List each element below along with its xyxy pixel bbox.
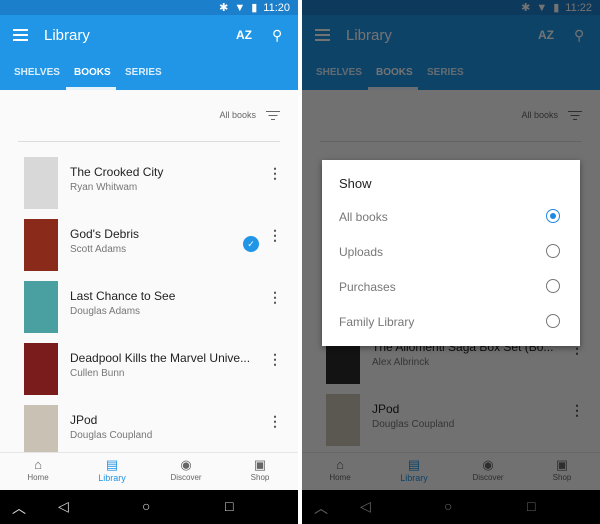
book-list-item[interactable]: The Crooked City Ryan Whitwam ⋮: [0, 155, 298, 211]
battery-icon: ▮: [251, 2, 258, 14]
nav-label: Shop: [250, 473, 270, 482]
nav-shop[interactable]: ▣Shop: [230, 457, 290, 482]
nav-label: Home: [27, 473, 49, 482]
book-list-item[interactable]: Deadpool Kills the Marvel Unive... Cullen…: [0, 341, 298, 397]
wifi-icon: ▼: [234, 1, 246, 14]
filter-icon: [266, 110, 280, 120]
bottom-navigation: ⌂Home ▤Library ◉Discover ▣Shop: [0, 452, 298, 490]
radio-purchases[interactable]: [546, 279, 560, 293]
library-icon: ▤: [105, 457, 119, 472]
book-title: Deadpool Kills the Marvel Unive...: [70, 351, 251, 365]
downloaded-check-icon: ✓: [243, 236, 259, 252]
nav-discover[interactable]: ◉Discover: [156, 457, 216, 482]
more-vert-icon[interactable]: ⋮: [268, 227, 282, 244]
book-cover: [24, 343, 58, 395]
book-cover: [24, 157, 58, 209]
more-vert-icon[interactable]: ⋮: [268, 165, 282, 182]
home-icon: ⌂: [34, 457, 42, 472]
radio-uploads[interactable]: [546, 244, 560, 258]
filter-label: All books: [219, 110, 256, 120]
book-title: JPod: [70, 413, 98, 427]
option-label[interactable]: All books: [339, 210, 388, 224]
divider: [18, 141, 280, 142]
filter-button[interactable]: All books: [219, 110, 280, 120]
status-bar: ✱ ▼ ▮ 11:20: [0, 0, 298, 15]
tab-series[interactable]: SERIES: [125, 67, 162, 78]
book-title: Last Chance to See: [70, 289, 176, 303]
compass-icon: ◉: [180, 457, 192, 472]
nav-home[interactable]: ⌂Home: [8, 457, 68, 482]
status-time: 11:20: [263, 1, 290, 14]
app-bar: Library AZ ⚲ SHELVES BOOKS SERIES: [0, 15, 298, 90]
active-tab-indicator: [66, 87, 116, 90]
page-title: Library: [44, 27, 90, 44]
radio-all-books[interactable]: [546, 209, 560, 223]
radio-family-library[interactable]: [546, 314, 560, 328]
chevron-up-icon[interactable]: ︿: [12, 498, 26, 518]
book-author: Cullen Bunn: [70, 368, 125, 379]
book-list-item[interactable]: God's Debris Scott Adams ✓ ⋮: [0, 217, 298, 273]
library-screen-books: ✱ ▼ ▮ 11:20 Library AZ ⚲ SHELVES BOOKS SERIES All …: [0, 0, 298, 524]
nav-library[interactable]: ▤Library: [82, 457, 142, 483]
show-filter-dialog: Show All books Uploads Purchases Family Libr…: [322, 160, 580, 346]
nav-label: Library: [98, 473, 126, 483]
book-author: Ryan Whitwam: [70, 182, 138, 193]
book-author: Douglas Coupland: [70, 430, 153, 441]
option-label[interactable]: Purchases: [339, 280, 396, 294]
dialog-title: Show: [339, 176, 372, 191]
bluetooth-icon: ✱: [219, 2, 229, 14]
back-icon[interactable]: ◁: [58, 498, 69, 515]
book-cover: [24, 405, 58, 457]
book-title: God's Debris: [70, 227, 139, 241]
more-vert-icon[interactable]: ⋮: [268, 351, 282, 368]
book-cover: [24, 281, 58, 333]
option-label[interactable]: Uploads: [339, 245, 383, 259]
book-author: Douglas Adams: [70, 306, 141, 317]
option-label[interactable]: Family Library: [339, 315, 414, 329]
book-list-item[interactable]: Last Chance to See Douglas Adams ⋮: [0, 279, 298, 335]
system-navigation-bar: ︿ ◁ ○ □: [0, 490, 298, 524]
tab-shelves[interactable]: SHELVES: [14, 67, 60, 78]
book-title: The Crooked City: [70, 165, 164, 179]
search-icon[interactable]: ⚲: [272, 27, 282, 44]
nav-label: Discover: [170, 473, 202, 482]
book-cover: [24, 219, 58, 271]
menu-icon[interactable]: [13, 29, 28, 41]
more-vert-icon[interactable]: ⋮: [268, 413, 282, 430]
library-screen-filter-dialog: ✱▼▮11:22LibraryAZ⚲SHELVESBOOKSSERIESAll …: [302, 0, 600, 524]
book-author: Scott Adams: [70, 244, 127, 255]
home-circle-icon[interactable]: ○: [142, 498, 150, 514]
shopping-bag-icon: ▣: [253, 457, 267, 472]
book-list-item[interactable]: JPod Douglas Coupland ⋮: [0, 403, 298, 459]
sort-az-icon[interactable]: AZ: [236, 28, 252, 42]
more-vert-icon[interactable]: ⋮: [268, 289, 282, 306]
tab-books[interactable]: BOOKS: [74, 67, 111, 78]
recents-icon[interactable]: □: [225, 498, 233, 514]
